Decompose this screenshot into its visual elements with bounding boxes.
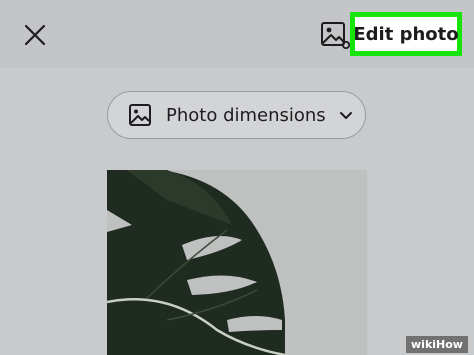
chevron-down-icon <box>339 112 352 119</box>
photo-dimensions-dropdown[interactable]: Photo dimensions <box>107 91 366 139</box>
image-sparkle-icon <box>321 22 351 50</box>
close-button[interactable] <box>18 18 52 52</box>
watermark: wikiHow <box>406 336 468 353</box>
photo-preview[interactable] <box>107 170 367 355</box>
close-icon <box>24 24 46 46</box>
image-tool-button[interactable] <box>318 18 352 52</box>
monstera-leaf-image <box>107 170 367 355</box>
edit-photo-label: Edit photo <box>353 23 459 45</box>
photo-dimensions-label: Photo dimensions <box>166 104 326 126</box>
image-icon <box>129 104 151 126</box>
edit-photo-button[interactable]: Edit photo <box>350 12 462 56</box>
